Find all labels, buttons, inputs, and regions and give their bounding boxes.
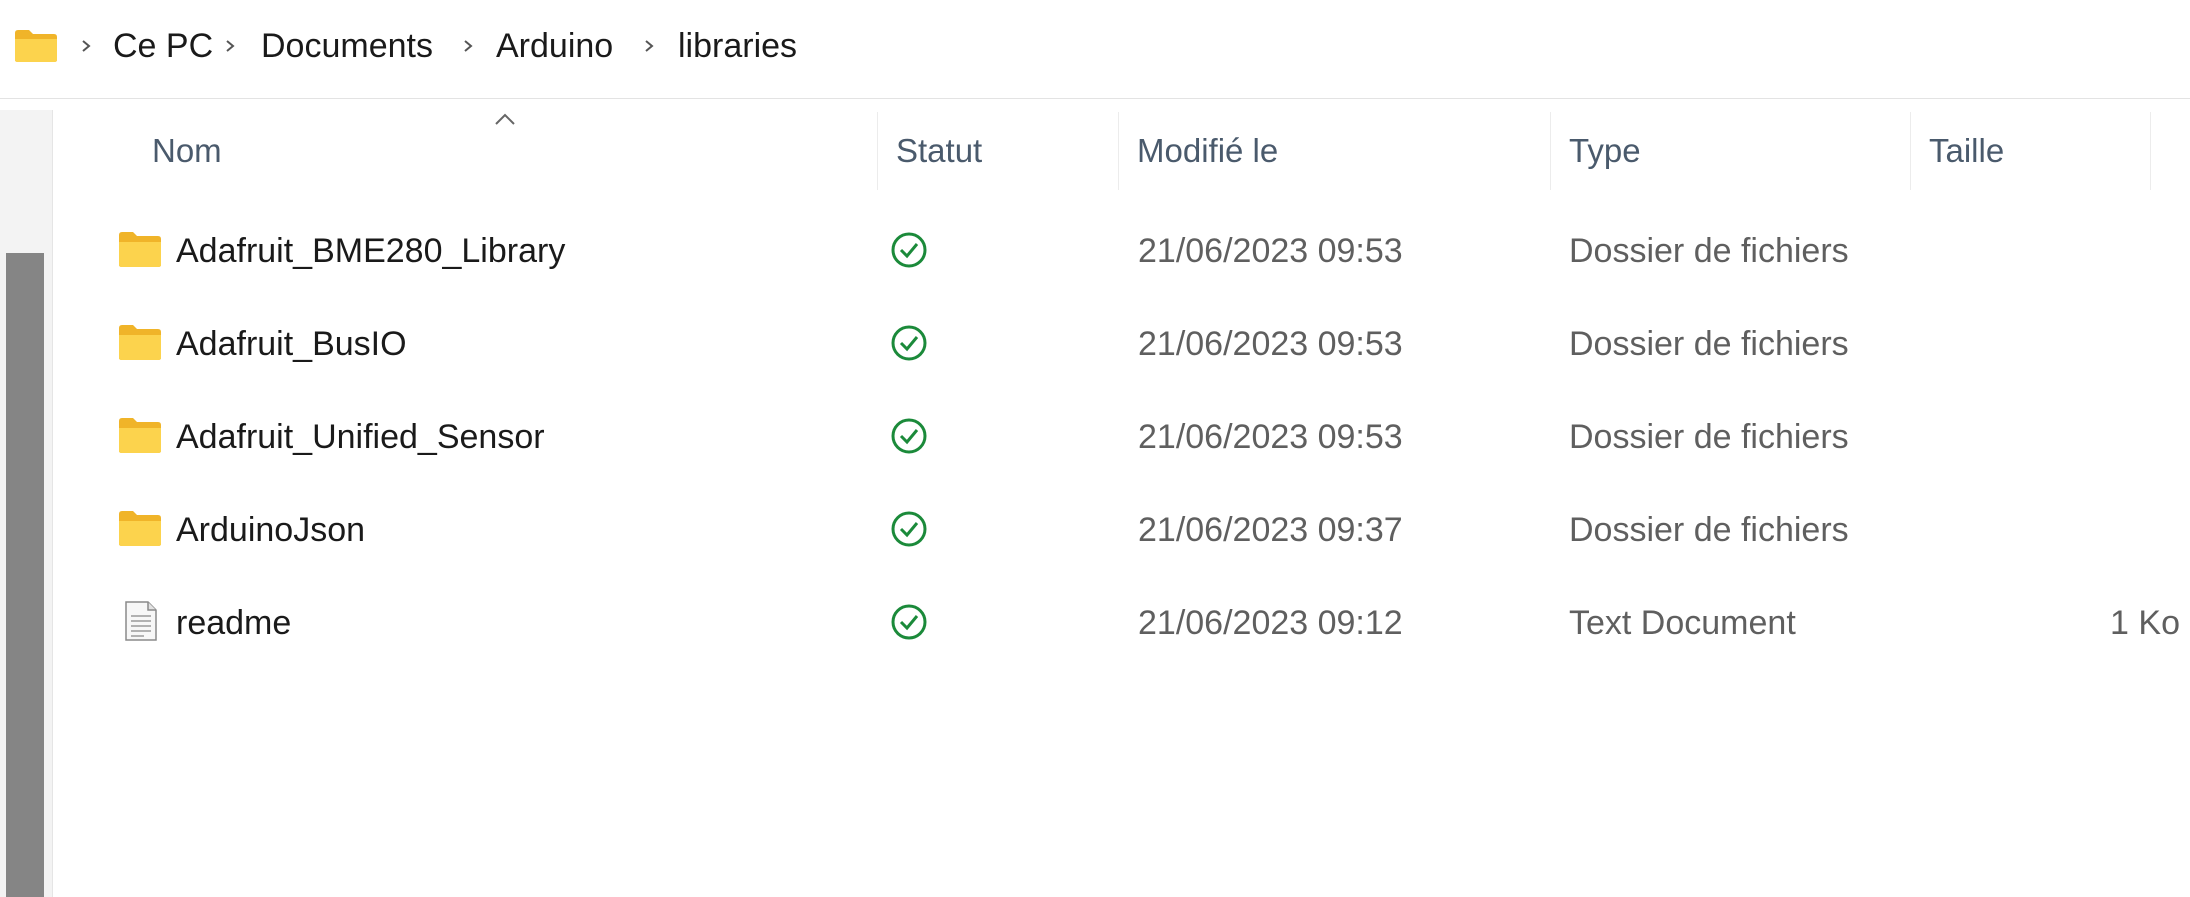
file-name[interactable]: Adafruit_BME280_Library [176,211,565,291]
file-name[interactable]: ArduinoJson [176,490,365,570]
synced-check-icon [891,325,927,361]
synced-check-icon [891,232,927,268]
file-type: Text Document [1569,604,1796,642]
folder-icon [119,418,161,453]
file-size [1952,304,2180,384]
breadcrumb-item-documents[interactable]: Documents [261,24,433,68]
text-document-icon [125,601,157,641]
column-header-modified[interactable]: Modifié le [1137,110,1278,192]
file-type: Dossier de fichiers [1569,325,1849,363]
column-divider[interactable] [877,112,878,190]
synced-check-icon [891,511,927,547]
column-divider[interactable] [1118,112,1119,190]
breadcrumb-item-libraries[interactable]: libraries [678,24,797,68]
breadcrumb: Ce PC Documents Arduino libraries [0,0,2190,99]
file-name[interactable]: Adafruit_Unified_Sensor [176,397,545,477]
folder-icon[interactable] [14,29,58,63]
chevron-right-icon[interactable] [220,33,240,59]
folder-icon [119,232,161,267]
breadcrumb-item-ce-pc[interactable]: Ce PC [113,24,213,68]
file-modified-date: 21/06/2023 09:53 [1138,325,1403,363]
file-modified-date: 21/06/2023 09:53 [1138,418,1403,456]
column-header-status[interactable]: Statut [896,110,982,192]
file-row[interactable]: Adafruit_BME280_Library 21/06/2023 09:53… [52,211,2152,291]
file-name[interactable]: Adafruit_BusIO [176,304,407,384]
chevron-right-icon[interactable] [76,33,96,59]
file-row[interactable]: ArduinoJson 21/06/2023 09:37 Dossier de … [52,490,2152,570]
column-header-size[interactable]: Taille [1929,110,2004,192]
column-divider[interactable] [1550,112,1551,190]
column-header-name[interactable]: Nom [152,110,222,192]
chevron-right-icon[interactable] [639,33,659,59]
chevron-right-icon[interactable] [458,33,478,59]
scrollbar-thumb[interactable] [6,253,44,897]
sort-ascending-icon [495,113,515,125]
folder-icon [119,325,161,360]
synced-check-icon [891,418,927,454]
column-divider[interactable] [1910,112,1911,190]
file-size [1952,211,2180,291]
file-modified-date: 21/06/2023 09:37 [1138,511,1403,549]
file-type: Dossier de fichiers [1569,418,1849,456]
file-size: 1 Ko [2110,604,2180,642]
file-size [1952,490,2180,570]
file-size [1952,397,2180,477]
file-row[interactable]: readme 21/06/2023 09:12 Text Document 1 … [52,583,2180,663]
file-name[interactable]: readme [176,583,291,663]
column-divider[interactable] [2150,112,2151,190]
file-row[interactable]: Adafruit_BusIO 21/06/2023 09:53 Dossier … [52,304,2152,384]
column-header-type[interactable]: Type [1569,110,1641,192]
folder-icon [119,511,161,546]
file-explorer: Ce PC Documents Arduino libraries Nom St… [0,0,2190,897]
file-type: Dossier de fichiers [1569,232,1849,270]
file-type: Dossier de fichiers [1569,511,1849,549]
file-modified-date: 21/06/2023 09:12 [1138,604,1403,642]
file-modified-date: 21/06/2023 09:53 [1138,232,1403,270]
breadcrumb-item-arduino[interactable]: Arduino [496,24,613,68]
file-row[interactable]: Adafruit_Unified_Sensor 21/06/2023 09:53… [52,397,2152,477]
synced-check-icon [891,604,927,640]
